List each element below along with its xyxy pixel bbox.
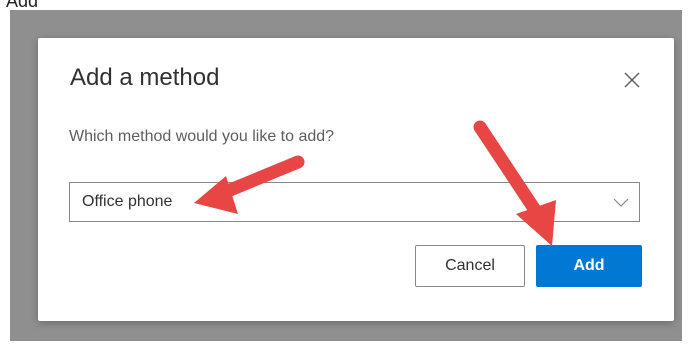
close-button[interactable] [620, 68, 644, 92]
chevron-down-icon [613, 198, 629, 207]
add-method-dialog: Add a method Which method would you like… [38, 38, 674, 321]
background-add-label: Add [6, 0, 39, 10]
method-question: Which method would you like to add? [69, 128, 335, 145]
background-page-strip: Add [0, 0, 690, 10]
cancel-button[interactable]: Cancel [415, 245, 525, 287]
close-icon [624, 72, 640, 88]
method-dropdown[interactable]: Office phone [69, 182, 640, 222]
dialog-title: Add a method [70, 64, 220, 91]
add-button[interactable]: Add [536, 245, 642, 287]
method-dropdown-value: Office phone [82, 193, 173, 210]
